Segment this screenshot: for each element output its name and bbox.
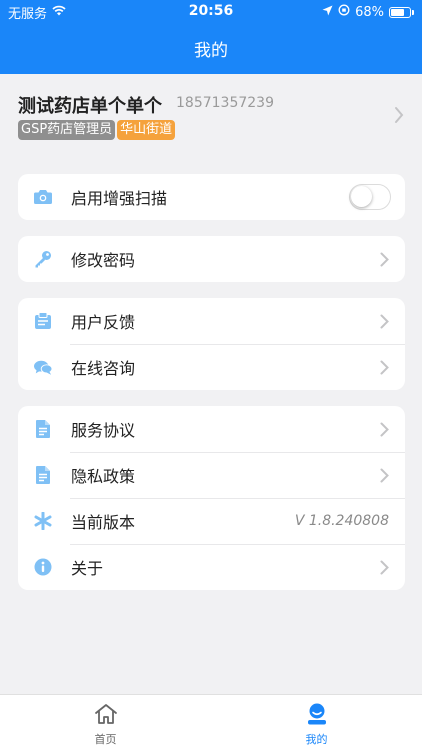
service-agreement-row[interactable]: 服务协议 xyxy=(18,406,405,452)
document-icon xyxy=(34,466,52,484)
asterisk-icon xyxy=(34,512,52,530)
current-version-label: 当前版本 xyxy=(71,513,136,532)
online-consult-label: 在线咨询 xyxy=(71,359,136,378)
status-bar: 无服务 20:56 68% xyxy=(0,0,422,24)
location-arrow-icon xyxy=(322,5,333,20)
header: 无服务 20:56 68% 我的 xyxy=(0,0,422,74)
change-password-label: 修改密码 xyxy=(71,251,136,270)
carrier-text: 无服务 xyxy=(8,6,48,22)
info-icon xyxy=(34,558,52,576)
online-consult-row[interactable]: 在线咨询 xyxy=(18,344,405,390)
change-password-row[interactable]: 修改密码 xyxy=(18,236,405,282)
battery-icon xyxy=(389,6,411,18)
chevron-right-icon xyxy=(380,236,389,282)
user-icon xyxy=(305,703,329,729)
tab-home-label: 首页 xyxy=(94,733,117,746)
about-row[interactable]: 关于 xyxy=(18,544,405,590)
tab-home[interactable]: 首页 xyxy=(0,695,211,750)
scan-card: 启用增强扫描 xyxy=(18,174,405,220)
camera-icon xyxy=(34,188,52,206)
password-card: 修改密码 xyxy=(18,236,405,282)
profile-section[interactable]: 测试药店单个单个 18571357239 GSP药店管理员 华山街道 xyxy=(0,74,422,160)
chevron-right-icon xyxy=(380,344,389,390)
enhanced-scan-toggle[interactable] xyxy=(349,184,391,210)
tab-bar: 首页 我的 xyxy=(0,694,422,750)
tab-mine-label: 我的 xyxy=(305,733,328,746)
enhanced-scan-row: 启用增强扫描 xyxy=(18,174,405,220)
profile-phone: 18571357239 xyxy=(176,95,274,111)
chevron-right-icon xyxy=(380,298,389,344)
feedback-label: 用户反馈 xyxy=(71,313,136,332)
page-title: 我的 xyxy=(194,41,228,61)
service-agreement-label: 服务协议 xyxy=(71,421,136,440)
role-badge: GSP药店管理员 xyxy=(18,120,116,140)
version-value: V 1.8.240808 xyxy=(294,513,389,529)
privacy-policy-label: 隐私政策 xyxy=(71,467,136,486)
feedback-icon xyxy=(34,312,52,330)
current-version-row: 当前版本 V 1.8.240808 xyxy=(18,498,405,544)
support-card: 用户反馈 在线咨询 xyxy=(18,298,405,390)
orientation-lock-icon xyxy=(338,4,350,20)
area-badge: 华山街道 xyxy=(117,120,176,140)
wifi-icon xyxy=(52,5,66,20)
home-icon xyxy=(94,703,118,729)
chevron-right-icon xyxy=(380,406,389,452)
privacy-policy-row[interactable]: 隐私政策 xyxy=(18,452,405,498)
chevron-right-icon xyxy=(394,106,404,128)
profile-name: 测试药店单个单个 xyxy=(18,96,162,117)
enhanced-scan-label: 启用增强扫描 xyxy=(71,189,168,208)
tab-mine[interactable]: 我的 xyxy=(211,695,422,750)
about-label: 关于 xyxy=(71,559,104,578)
document-icon xyxy=(34,420,52,438)
info-card: 服务协议 隐私政策 当前版本 V 1.8.240808 关于 xyxy=(18,406,405,590)
battery-percent: 68% xyxy=(355,4,384,20)
feedback-row[interactable]: 用户反馈 xyxy=(18,298,405,344)
chevron-right-icon xyxy=(380,544,389,590)
chat-bubbles-icon xyxy=(34,358,52,376)
chevron-right-icon xyxy=(380,452,389,498)
key-icon xyxy=(34,250,52,268)
